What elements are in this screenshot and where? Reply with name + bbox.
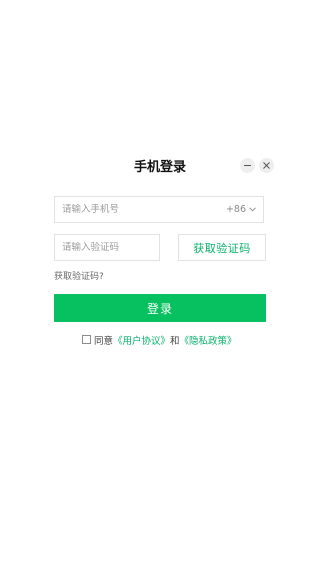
user-agreement-link[interactable]: 《用户协议》 <box>113 333 170 347</box>
close-button[interactable] <box>259 158 274 173</box>
country-code-selector[interactable]: +86 <box>226 204 256 215</box>
agree-checkbox[interactable] <box>82 335 91 344</box>
chevron-down-icon <box>249 207 256 212</box>
login-button[interactable]: 登录 <box>54 294 266 322</box>
agree-prefix: 同意 <box>94 335 114 347</box>
close-icon <box>263 162 270 169</box>
code-input[interactable] <box>62 242 152 253</box>
agree-joiner: 和 <box>170 335 180 347</box>
code-field <box>54 234 160 261</box>
country-code: +86 <box>225 204 246 215</box>
phone-input[interactable] <box>62 204 226 215</box>
privacy-policy-link[interactable]: 《隐私政策》 <box>180 333 237 347</box>
phone-field: +86 <box>54 196 264 223</box>
minimize-icon <box>244 165 251 166</box>
get-code-button[interactable]: 获取验证码 <box>178 234 266 261</box>
code-help-link[interactable]: 获取验证码? <box>54 269 104 282</box>
agreement-row: 同意 《用户协议》 和 《隐私政策》 <box>82 333 237 347</box>
minimize-button[interactable] <box>240 158 255 173</box>
